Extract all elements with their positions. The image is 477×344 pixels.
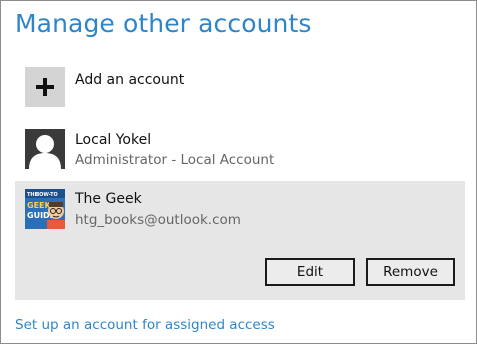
avatar-text-line: HOW-TO — [35, 192, 58, 198]
account-email: htg_books@outlook.com — [75, 212, 241, 228]
geek-avatar: THE HOW-TO GEEK GUIDE — [25, 189, 65, 229]
account-item-the-geek[interactable]: THE HOW-TO GEEK GUIDE The Geek htg_books… — [15, 181, 465, 300]
settings-panel: Manage other accounts Add an account Loc… — [0, 0, 477, 344]
page-title: Manage other accounts — [15, 9, 312, 38]
add-account-label: Add an account — [75, 72, 185, 88]
account-type: Administrator - Local Account — [75, 152, 275, 168]
assigned-access-link[interactable]: Set up an account for assigned access — [15, 317, 275, 333]
avatar-text-line: GEEK — [27, 201, 51, 210]
account-name: Local Yokel — [75, 132, 152, 148]
plus-icon — [25, 67, 65, 107]
account-item-local-yokel[interactable]: Local Yokel Administrator - Local Accoun… — [15, 123, 465, 178]
remove-button[interactable]: Remove — [366, 258, 455, 286]
account-name: The Geek — [75, 191, 142, 207]
user-avatar-icon — [25, 129, 65, 169]
add-account-item[interactable]: Add an account — [15, 63, 465, 113]
edit-button[interactable]: Edit — [265, 258, 355, 286]
